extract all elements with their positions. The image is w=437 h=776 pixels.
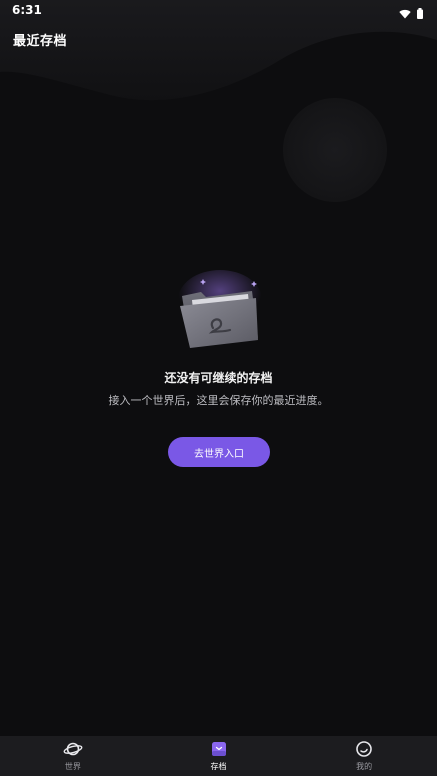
archive-icon [209,740,229,758]
empty-state-title: 还没有可继续的存档 [164,371,273,385]
nav-item-world[interactable]: 世界 [0,736,146,776]
planet-icon [63,740,83,758]
status-time: 6:31 [12,3,42,17]
status-bar: 6:31 [0,0,437,22]
nav-item-profile[interactable]: 我的 [291,736,437,776]
page-title: 最近存档 [13,34,68,49]
nav-label-archive: 存档 [210,762,227,771]
battery-icon [417,4,423,23]
go-to-world-button[interactable]: 去世界入口 [168,437,270,467]
empty-folder-icon [178,270,262,348]
app-screen: 6:31 最近存档 还没有可继续的存档 接入一个世界后，这里会保存你的最近进度。… [0,0,437,776]
status-icons [399,4,423,23]
nav-label-profile: 我的 [356,762,373,771]
bottom-nav: 世界 存档 我的 [0,736,437,776]
wifi-icon [399,4,411,23]
nav-item-archive[interactable]: 存档 [146,736,292,776]
nav-label-world: 世界 [64,762,81,771]
profile-icon [354,740,374,758]
empty-state-subtitle: 接入一个世界后，这里会保存你的最近进度。 [108,394,329,407]
